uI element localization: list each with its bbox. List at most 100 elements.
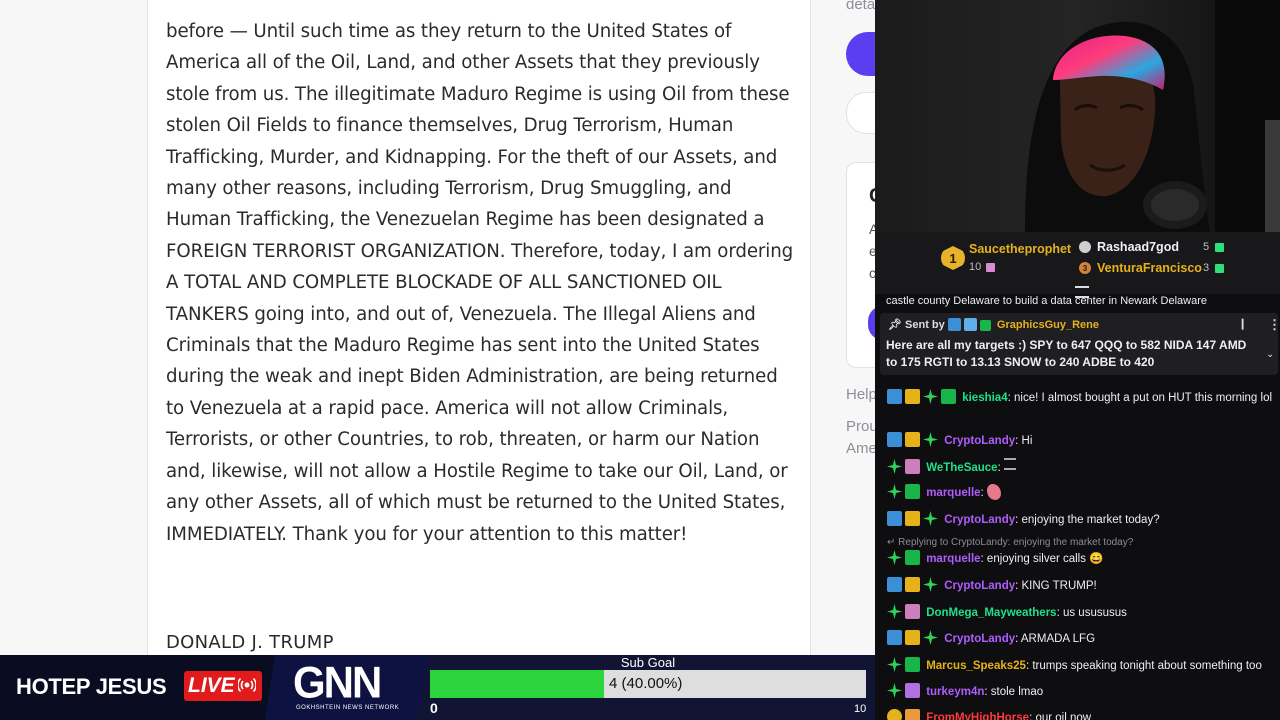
gift-badge-icon <box>905 604 920 619</box>
prime-badge-icon <box>887 577 902 592</box>
chat-message: WeTheSauce: <box>887 458 1273 477</box>
star-badge-icon <box>923 630 938 645</box>
star-badge-icon <box>887 657 902 672</box>
leaderboard-user-1[interactable]: Saucetheprophet <box>969 242 1071 256</box>
unpin-icon[interactable]: ❙ <box>1238 317 1247 330</box>
star-badge-icon <box>923 389 938 404</box>
leaderboard-count-1: 10 <box>969 261 982 273</box>
sub-goal-progress-text: 4 (40.00%) <box>609 675 683 692</box>
chat-username[interactable]: WeTheSauce <box>926 462 997 474</box>
right-panel-primary-button[interactable] <box>846 32 875 76</box>
star-badge-icon <box>887 459 902 474</box>
chat-text: ARMADA LFG <box>1020 633 1096 645</box>
chat-text: our oil now <box>1035 712 1092 720</box>
pinned-header: 📌︎ Sent by GraphicsGuy_Rene <box>888 318 1099 331</box>
stream-overlay-bar: HOTEP JESUS LIVE GNN GOKHSHTEIN NEWS NET… <box>0 655 875 720</box>
gift-leaderboard: 1 Saucetheprophet 10 Rashaad7god 5 3 Ven… <box>875 232 1280 298</box>
gnn-subtitle: GOKHSHTEIN NEWS NETWORK <box>296 705 400 711</box>
chat-message: CryptoLandy: ARMADA LFG <box>887 630 1273 648</box>
gnn-logo: GNN <box>293 657 382 708</box>
sub-goal-max: 10 <box>854 703 867 715</box>
rank-1-badge: 1 <box>941 246 965 270</box>
prime-badge-icon <box>887 511 902 526</box>
gift-icon <box>986 263 995 272</box>
chat-text: Hi <box>1021 435 1033 447</box>
star-badge-icon <box>887 683 902 698</box>
leaderboard-user-3[interactable]: VenturaFrancisco <box>1097 261 1202 275</box>
help-link[interactable]: Help <box>846 386 875 403</box>
chat-username[interactable]: marquelle <box>926 487 980 499</box>
chat-message: CryptoLandy: Hi <box>887 432 1273 450</box>
rank-3-badge: 3 <box>1079 262 1091 274</box>
chat-username[interactable]: FromMyHighHorse <box>926 712 1029 720</box>
star-badge-icon <box>887 604 902 619</box>
emote-icon <box>1003 458 1016 470</box>
reply-context-text: Replying to CryptoLandy: enjoying the ma… <box>898 537 1134 548</box>
prime-badge-icon <box>887 389 902 404</box>
star-badge-icon <box>923 432 938 447</box>
chat-text: stole lmao <box>990 686 1044 698</box>
pinned-text: Here are all my targets :) SPY to 647 QQ… <box>886 338 1247 369</box>
sub-goal-title: Sub Goal <box>620 655 676 670</box>
chat-message-cut-off: castle county Delaware to build a data c… <box>886 295 1207 307</box>
crown-badge-icon <box>905 511 920 526</box>
right-panel-details-text: deta <box>846 0 875 13</box>
star-badge-icon <box>887 484 902 499</box>
star-badge-icon <box>887 550 902 565</box>
sub-badge-icon <box>905 550 920 565</box>
crown-badge-icon <box>905 630 920 645</box>
gift-icon <box>1215 264 1224 273</box>
reply-context: ↵ Replying to CryptoLandy: enjoying the … <box>887 537 1133 548</box>
live-text: LIVE <box>188 674 235 697</box>
footer-text-2: Ame <box>846 440 875 457</box>
chat-username[interactable]: CryptoLandy <box>944 435 1015 447</box>
chat-username[interactable]: DonMega_Mayweathers <box>926 607 1056 619</box>
chat-username[interactable]: kieshia4 <box>962 392 1007 404</box>
pin-icon: 📌︎ <box>888 319 902 331</box>
mod-badge-icon <box>963 318 977 331</box>
more-options-icon[interactable]: ⋮ <box>1268 317 1280 333</box>
gift-badge-icon <box>905 459 920 474</box>
chevron-down-icon[interactable]: ⌄ <box>1266 349 1274 360</box>
live-badge: LIVE <box>184 671 262 701</box>
chat-text: trumps speaking tonight about something … <box>1032 660 1262 672</box>
channel-name: HOTEP JESUS <box>16 674 167 699</box>
chat-username[interactable]: CryptoLandy <box>944 580 1015 592</box>
chat-username[interactable]: CryptoLandy <box>944 633 1015 645</box>
pinned-username[interactable]: GraphicsGuy_Rene <box>997 319 1099 331</box>
chat-username[interactable]: Marcus_Speaks25 <box>926 660 1026 672</box>
sub-badge-icon <box>905 484 920 499</box>
sub-goal-progress-fill <box>430 670 604 698</box>
chat-text: enjoying the market today? <box>1021 514 1160 526</box>
browser-page: before — Until such time as they return … <box>0 0 875 655</box>
chat-message: Marcus_Speaks25: trumps speaking tonight… <box>887 657 1273 675</box>
chat-message: DonMega_Mayweathers: us usususus <box>887 604 1273 622</box>
chat-username[interactable]: turkeym4n <box>926 686 984 698</box>
sub-badge-icon <box>905 657 920 672</box>
prime-badge-icon <box>887 432 902 447</box>
chat-panel: 1 Saucetheprophet 10 Rashaad7god 5 3 Ven… <box>875 232 1280 720</box>
chat-username[interactable]: marquelle <box>926 553 980 565</box>
sub-goal-min: 0 <box>430 700 438 716</box>
right-panel-card: C A e c <box>846 162 875 368</box>
crown-badge-icon <box>905 389 920 404</box>
leaderboard-count-2: 5 <box>1203 241 1210 253</box>
chat-message: CryptoLandy: enjoying the market today? <box>887 511 1273 529</box>
chat-message: FromMyHighHorse: our oil now <box>887 709 1273 720</box>
chat-message: turkeym4n: stole lmao <box>887 683 1273 701</box>
leaderboard-user-2[interactable]: Rashaad7god <box>1097 240 1179 254</box>
prime-badge-icon <box>947 318 961 331</box>
prime-badge-icon <box>887 630 902 645</box>
chat-message: kieshia4: nice! I almost bought a put on… <box>887 389 1273 407</box>
chat-username[interactable]: CryptoLandy <box>944 514 1015 526</box>
footer-text-1: Prou <box>846 418 875 435</box>
sub-badge-icon <box>941 389 956 404</box>
chat-text: KING TRUMP! <box>1021 580 1097 592</box>
gift-icon <box>1215 243 1224 252</box>
star-badge-icon <box>923 577 938 592</box>
rank-2-badge <box>1079 241 1091 253</box>
chat-message: marquelle: <box>887 484 1273 502</box>
chat-message: CryptoLandy: KING TRUMP! <box>887 577 1273 595</box>
right-panel-secondary-button[interactable] <box>846 92 875 134</box>
crown-badge-icon <box>905 432 920 447</box>
